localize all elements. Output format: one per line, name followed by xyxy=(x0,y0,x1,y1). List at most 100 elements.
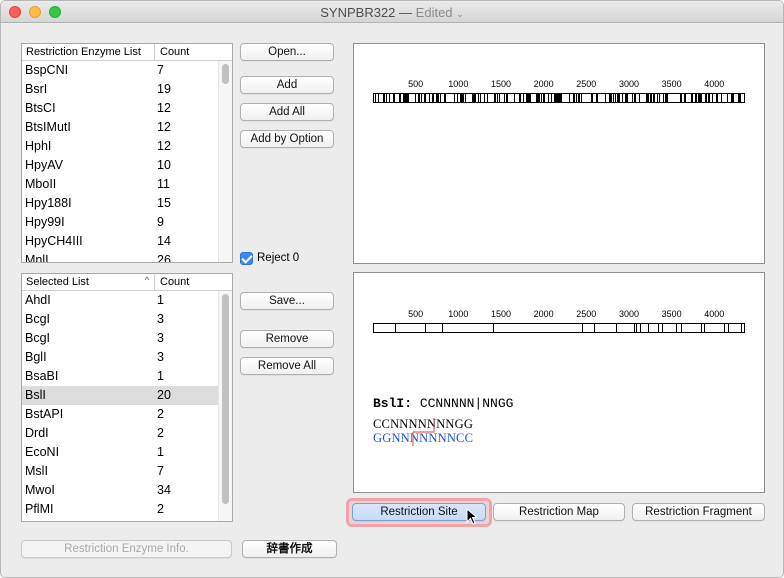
row-count: 2 xyxy=(157,502,164,516)
enzyme-list-row[interactable]: BspCNI 7 xyxy=(22,61,218,80)
selected-list-row[interactable]: BcgI 3 xyxy=(22,329,218,348)
restriction-site-mark xyxy=(402,94,404,102)
restriction-site-mark xyxy=(708,94,710,102)
row-count: 10 xyxy=(157,158,171,172)
row-count: 1 xyxy=(157,293,164,307)
restriction-site-mark xyxy=(388,94,390,102)
edited-status[interactable]: Edited xyxy=(416,5,453,20)
create-dictionary-button[interactable]: 辞書作成 xyxy=(242,540,337,558)
enzyme-list-scrollbar[interactable] xyxy=(218,61,232,262)
row-enzyme-name: MboII xyxy=(25,177,57,191)
ruler-tick-label: 3000 xyxy=(618,79,639,89)
restriction-site-mark xyxy=(596,94,598,102)
enzyme-list-row[interactable]: MboII 11 xyxy=(22,175,218,194)
enzyme-list-table[interactable]: Restriction Enzyme List Count BspCNI 7 Bsr… xyxy=(21,43,233,263)
restriction-site-mark xyxy=(622,94,624,102)
remove-all-button[interactable]: Remove All xyxy=(240,357,334,375)
restriction-site-mark xyxy=(433,94,435,102)
restriction-site-mark xyxy=(730,94,732,102)
restriction-site-mark xyxy=(523,94,525,102)
restriction-site-mark xyxy=(703,324,705,332)
restriction-site-mark xyxy=(444,94,446,102)
reject-zero-label[interactable]: Reject 0 xyxy=(257,252,299,264)
selected-list-row[interactable]: AhdI 1 xyxy=(22,291,218,310)
enzyme-list-row[interactable]: MnlI 26 xyxy=(22,251,218,262)
restriction-site-mark xyxy=(428,94,430,102)
selected-list-row[interactable]: BcgI 3 xyxy=(22,310,218,329)
selected-list-row[interactable]: PflMI 2 xyxy=(22,500,218,519)
enzyme-name-column-header[interactable]: Restriction Enzyme List xyxy=(22,44,155,60)
row-enzyme-name: BsaBI xyxy=(25,369,59,383)
enzyme-list-scroll-thumb[interactable] xyxy=(222,64,229,84)
row-enzyme-name: MslI xyxy=(25,464,48,478)
selected-list-row[interactable]: DrdI 2 xyxy=(22,424,218,443)
enzyme-count-column-header[interactable]: Count xyxy=(156,44,193,60)
remove-button[interactable]: Remove xyxy=(240,330,334,348)
row-count: 3 xyxy=(157,350,164,364)
restriction-enzyme-info-button[interactable]: Restriction Enzyme Info. xyxy=(21,540,232,558)
enzyme-list-row[interactable]: BtsIMutI 12 xyxy=(22,118,218,137)
site-enzyme-name: BslI: xyxy=(373,396,413,411)
selected-list-row[interactable]: EcoNI 1 xyxy=(22,443,218,462)
mouse-pointer-icon xyxy=(466,508,479,525)
ruler-tick-label: 500 xyxy=(408,309,424,319)
restriction-map-button[interactable]: Restriction Map xyxy=(493,503,625,521)
row-enzyme-name: BcgI xyxy=(25,331,51,345)
row-enzyme-name: MwoI xyxy=(25,483,55,497)
restriction-site-mark xyxy=(581,324,583,332)
open-button[interactable]: Open... xyxy=(240,43,334,61)
ruler-tick-label: 3000 xyxy=(618,309,639,319)
selected-count-column-header[interactable]: Count xyxy=(156,274,193,290)
recognition-site-label: BslI: CCNNNNN|NNGG xyxy=(373,396,513,411)
enzyme-list-row[interactable]: HpyCH4III 14 xyxy=(22,232,218,251)
restriction-site-mark xyxy=(579,94,581,102)
ruler-tick-label: 1500 xyxy=(490,79,511,89)
restriction-site-mark xyxy=(493,324,495,332)
enzyme-list-row[interactable]: HpyAV 10 xyxy=(22,156,218,175)
row-enzyme-name: BslI xyxy=(25,388,46,402)
enzyme-list-row[interactable]: BsrI 19 xyxy=(22,80,218,99)
restriction-site-mark xyxy=(384,94,385,102)
restriction-site-mark xyxy=(627,94,629,102)
title-separator: — xyxy=(399,5,413,20)
restriction-site-mark xyxy=(415,94,417,102)
selected-list-table[interactable]: Selected List ^ Count AhdI 1 BcgI 3 BcgI 3 Bgl… xyxy=(21,273,233,522)
selected-list-scrollbar[interactable] xyxy=(218,291,232,521)
restriction-site-mark xyxy=(550,94,552,102)
restriction-site-mark xyxy=(695,94,696,102)
restriction-site-mark xyxy=(443,94,445,102)
restriction-site-mark xyxy=(727,324,729,332)
selected-list-scroll-thumb[interactable] xyxy=(222,294,229,504)
selected-list-row[interactable]: BstAPI 2 xyxy=(22,405,218,424)
restriction-site-mark xyxy=(454,94,456,102)
add-by-option-button[interactable]: Add by Option xyxy=(240,130,334,148)
selected-list-row[interactable]: BsaBI 1 xyxy=(22,367,218,386)
restriction-site-mark xyxy=(547,94,549,102)
reject-zero-checkbox[interactable] xyxy=(240,252,253,265)
selected-list-row[interactable]: MslI 7 xyxy=(22,462,218,481)
enzyme-list-row[interactable]: BtsCI 12 xyxy=(22,99,218,118)
restriction-site-mark xyxy=(633,94,635,102)
selected-name-column-header[interactable]: Selected List ^ xyxy=(22,274,155,290)
cut-site-marker xyxy=(412,418,435,446)
restriction-site-mark xyxy=(591,94,593,102)
enzyme-list-row[interactable]: Hpy99I 9 xyxy=(22,213,218,232)
selected-list-body[interactable]: AhdI 1 BcgI 3 BcgI 3 BglI 3 BsaBI 1 BslI 20 BstAPI 2 D… xyxy=(22,291,218,521)
selected-list-row[interactable]: MwoI 34 xyxy=(22,481,218,500)
add-all-button[interactable]: Add All xyxy=(240,103,334,121)
selected-list-row[interactable]: BglI 3 xyxy=(22,348,218,367)
restriction-fragment-button[interactable]: Restriction Fragment xyxy=(632,503,765,521)
save-button[interactable]: Save... xyxy=(240,292,334,310)
ruler-tick-label: 2500 xyxy=(576,79,597,89)
restriction-site-mark xyxy=(653,94,655,102)
restriction-site-mark xyxy=(740,324,742,332)
enzyme-list-row[interactable]: HphI 12 xyxy=(22,137,218,156)
restriction-site-mark xyxy=(711,94,713,102)
restriction-site-mark xyxy=(419,94,421,102)
enzyme-list-row[interactable]: Hpy188I 15 xyxy=(22,194,218,213)
chevron-down-icon[interactable]: ⌄ xyxy=(456,9,464,19)
selected-list-row[interactable]: BslI 20 xyxy=(22,386,218,405)
add-button[interactable]: Add xyxy=(240,76,334,94)
sequence-bar-overview xyxy=(373,93,745,103)
enzyme-list-body[interactable]: BspCNI 7 BsrI 19 BtsCI 12 BtsIMutI 12 HphI 12 HpyA… xyxy=(22,61,218,262)
